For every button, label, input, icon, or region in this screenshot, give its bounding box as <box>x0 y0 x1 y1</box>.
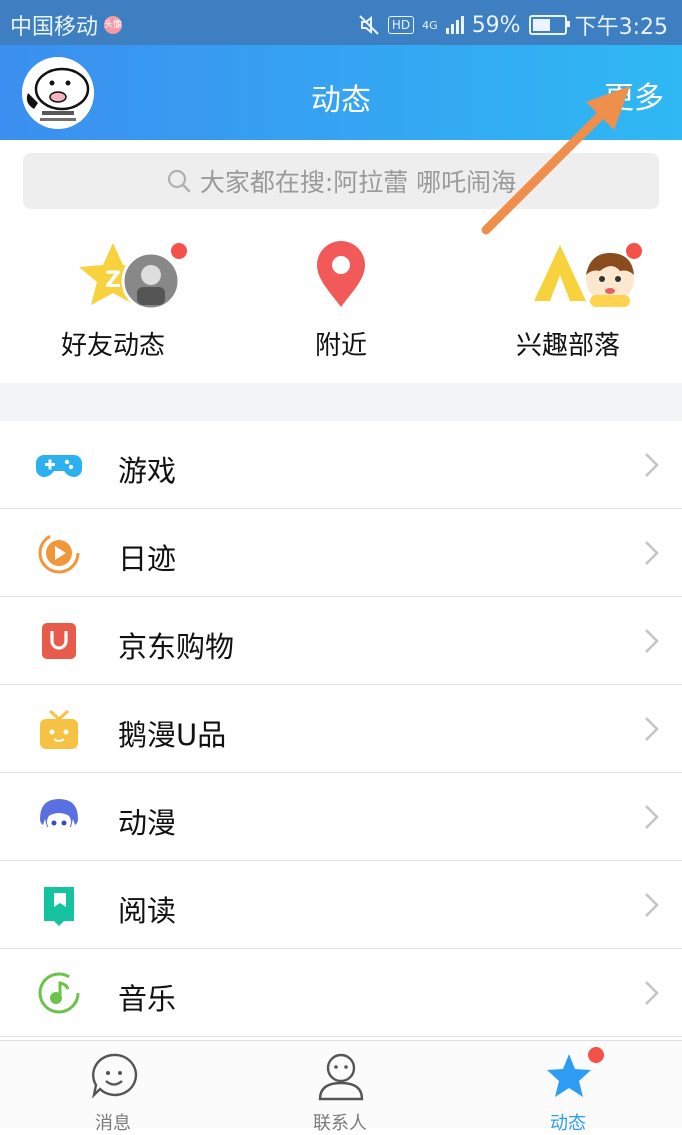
quick-label: 兴趣部落 <box>515 331 620 361</box>
quick-entries: Z 好友动态 附近 兴趣部落 <box>0 235 682 380</box>
quick-label: 好友动态 <box>60 331 165 361</box>
chevron-right-icon <box>645 717 659 741</box>
chevron-right-icon <box>645 805 659 829</box>
clock: 下午3:25 <box>574 15 668 40</box>
chevron-right-icon <box>645 541 659 565</box>
list-item-diary[interactable]: 日迹 <box>0 509 682 597</box>
star-icon <box>547 1054 591 1097</box>
search-icon <box>167 169 191 193</box>
page-title: 动态 <box>311 83 371 118</box>
message-bubble-icon <box>91 1053 138 1099</box>
location-pin-icon <box>317 241 365 307</box>
book-icon <box>44 887 74 926</box>
anime-face-icon <box>40 799 78 833</box>
gift-box-icon <box>40 709 78 749</box>
list-item-label: 游戏 <box>118 454 177 488</box>
list-item-label: 动漫 <box>118 806 177 840</box>
battery-icon <box>528 15 570 35</box>
battery-percent: 59% <box>471 12 521 38</box>
more-button[interactable]: 更多 <box>604 73 664 117</box>
feature-list: 游戏 日迹 京东购物 鹅漫U品 动漫 阅读 音乐 <box>0 421 682 1037</box>
list-item-anime[interactable]: 动漫 <box>0 773 682 861</box>
list-item-goose-comics[interactable]: 鹅漫U品 <box>0 685 682 773</box>
quick-label: 附近 <box>314 331 367 361</box>
list-item-game[interactable]: 游戏 <box>0 421 682 509</box>
tribe-dot <box>626 243 642 259</box>
top-header: 动态 更多 <box>0 45 682 140</box>
list-item-jd-shopping[interactable]: 京东购物 <box>0 597 682 685</box>
section-divider <box>0 383 682 421</box>
list-item-label: 鹅漫U品 <box>118 718 227 752</box>
signal-icon <box>445 16 464 34</box>
list-item-label: 京东购物 <box>118 630 235 664</box>
chevron-right-icon <box>645 629 659 653</box>
list-item-music[interactable]: 音乐 <box>0 949 682 1037</box>
shopping-bag-icon <box>42 623 76 659</box>
tab-label: 动态 <box>550 1113 586 1134</box>
play-circle-icon <box>38 532 80 574</box>
list-item-label: 阅读 <box>118 894 177 928</box>
notification-badge-icon: 头像 <box>104 16 122 34</box>
carrier-name: 中国移动 <box>10 15 99 40</box>
search-placeholder: 大家都在搜:阿拉蕾 哪吒闹海 <box>199 168 517 197</box>
friends-feed-dot <box>171 243 187 259</box>
network-type: 4G <box>422 18 438 32</box>
status-bar: 中国移动 头像 HD 4G 59% 下午3:25 <box>0 0 682 45</box>
chevron-right-icon <box>645 981 659 1005</box>
search-bar[interactable]: 大家都在搜:阿拉蕾 哪吒闹海 <box>23 153 659 209</box>
tab-label: 联系人 <box>313 1113 367 1134</box>
list-item-reading[interactable]: 阅读 <box>0 861 682 949</box>
tab-label: 消息 <box>95 1113 131 1134</box>
gamepad-icon <box>36 455 82 477</box>
chevron-right-icon <box>645 453 659 477</box>
chevron-right-icon <box>645 893 659 917</box>
hd-icon: HD <box>387 16 415 34</box>
bottom-nav: 消息 联系人 动态 <box>0 1040 682 1134</box>
mute-icon <box>359 15 379 35</box>
music-note-icon <box>38 972 80 1014</box>
list-item-label: 音乐 <box>118 982 177 1016</box>
contacts-icon <box>318 1053 364 1101</box>
svg-text:Z: Z <box>105 268 121 293</box>
list-item-label: 日迹 <box>118 542 177 576</box>
feed-tab-dot <box>588 1047 604 1063</box>
